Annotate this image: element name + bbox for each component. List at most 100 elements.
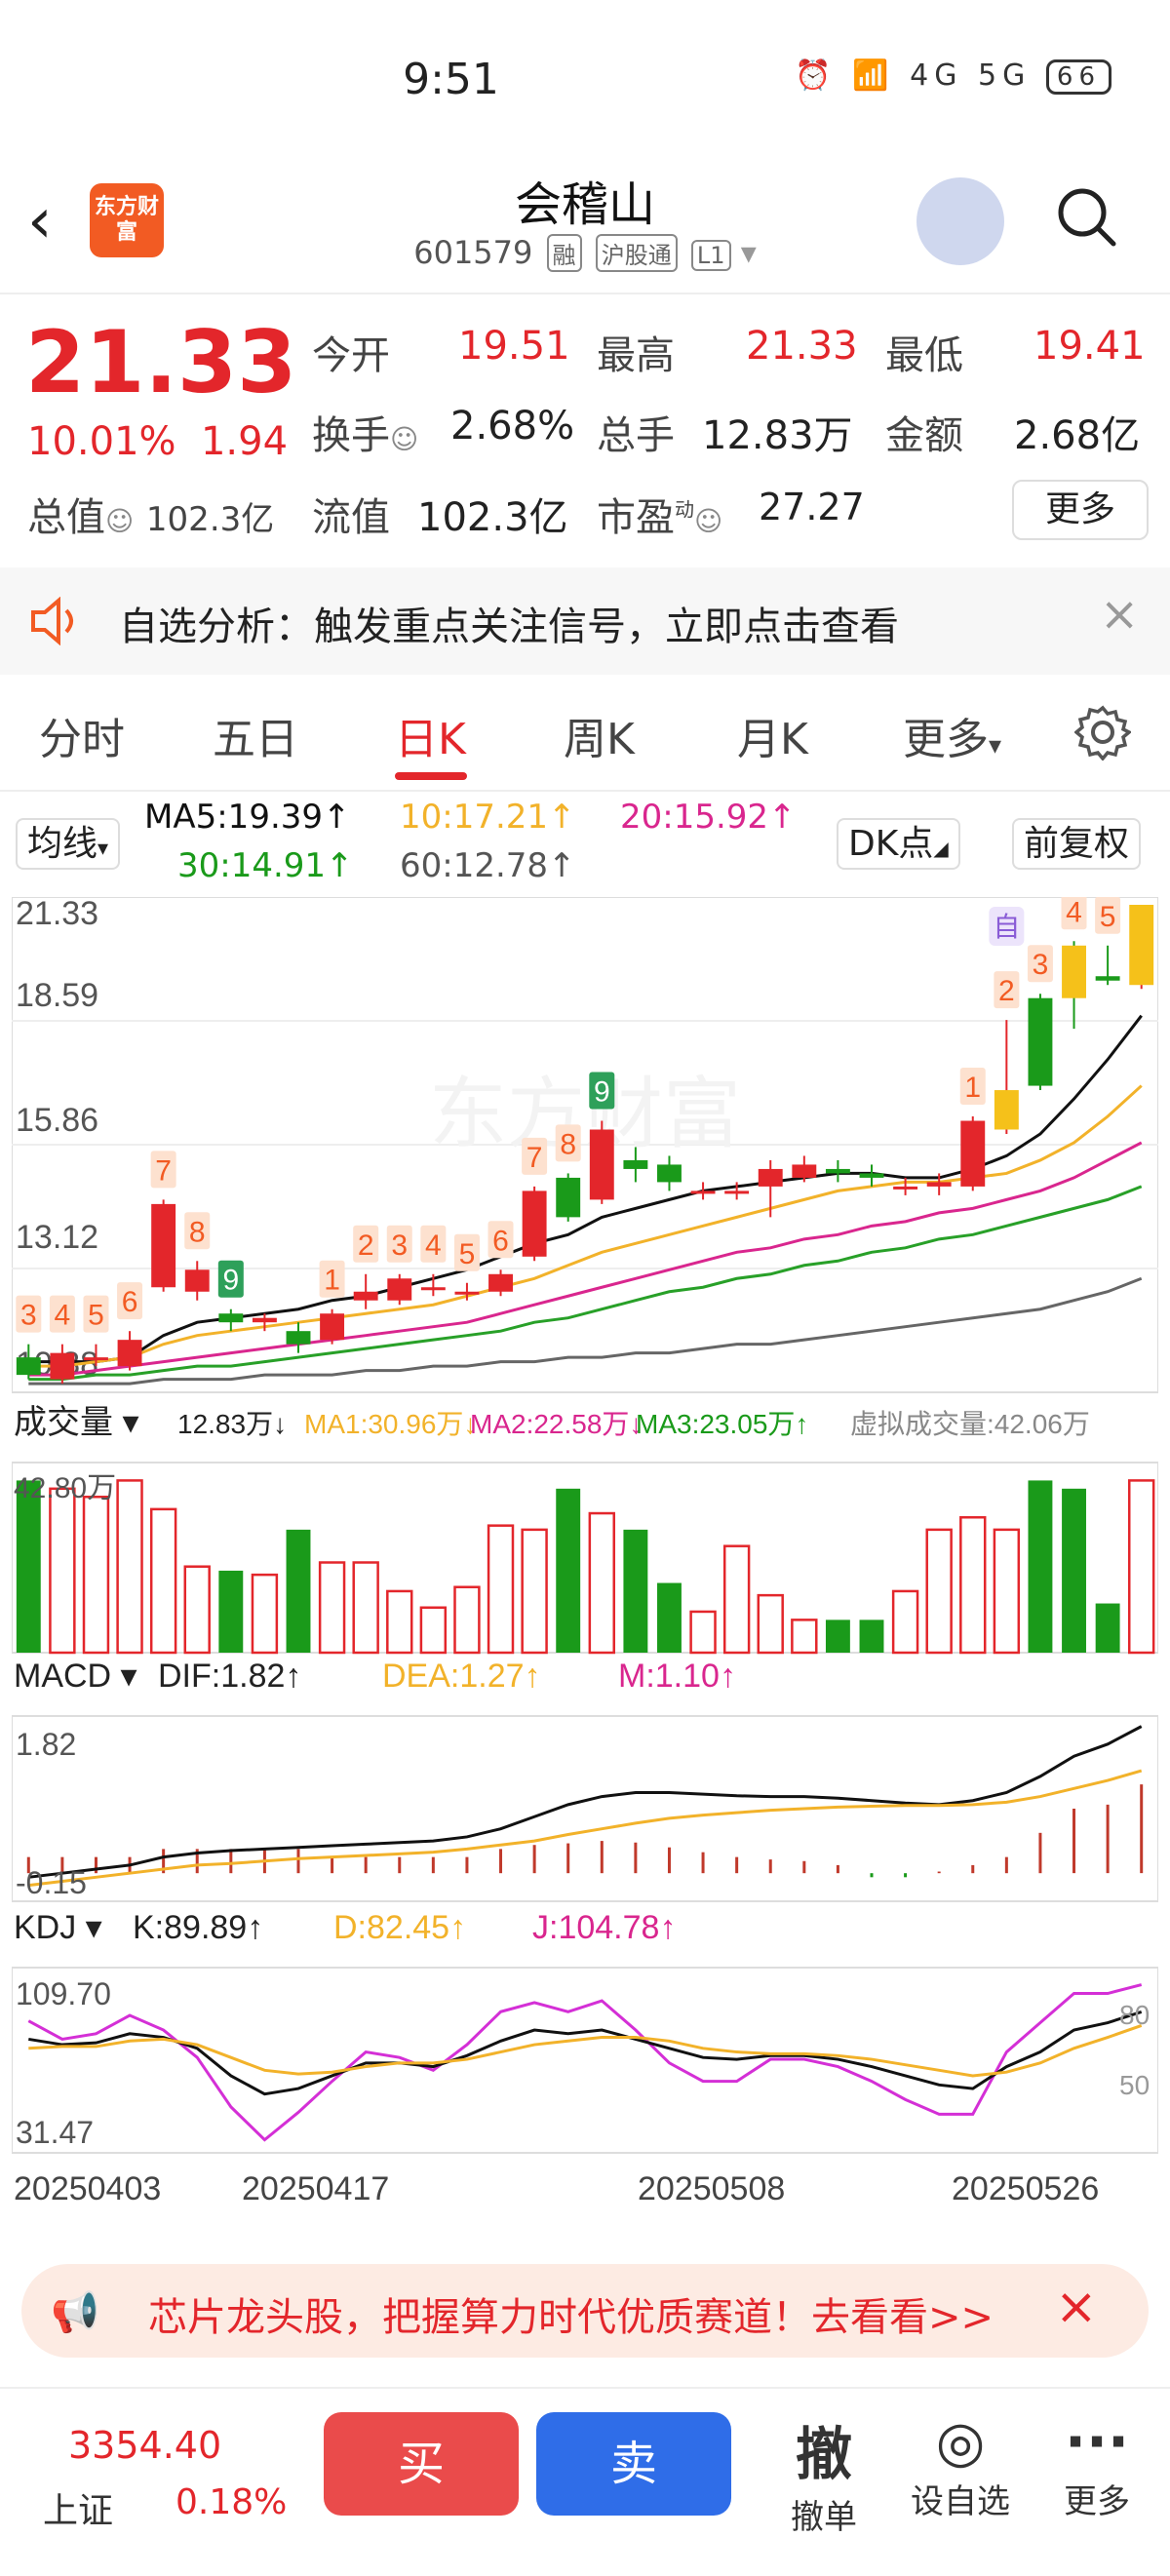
index-name: 上证 xyxy=(43,2491,114,2531)
volume-bar xyxy=(487,1524,515,1655)
volume-bar xyxy=(419,1606,448,1655)
candle-body xyxy=(252,1317,277,1323)
candle-body xyxy=(387,1278,412,1301)
adjust-button[interactable]: 前复权 xyxy=(1012,815,1142,870)
ma5-value: MA5:19.39↑ xyxy=(144,798,351,837)
candle-body xyxy=(657,1164,682,1183)
status-bar: 9:51 ⏰ 📶 4G 5G 66 xyxy=(0,0,1170,166)
pe-value: 27.27 xyxy=(759,486,865,528)
candle-body xyxy=(960,1120,986,1187)
volume-bar xyxy=(1062,1488,1086,1653)
volume-bar xyxy=(891,1589,919,1655)
macd-dea: DEA:1.27↑ xyxy=(382,1658,541,1695)
amount-value: 2.68亿 xyxy=(1014,413,1141,458)
kdj-tick: 31.47 xyxy=(16,2115,94,2150)
kdj-right-tick: 80 xyxy=(1119,2000,1150,2030)
tab-minute[interactable]: 分时 xyxy=(39,704,125,766)
change-pct: 10.01% xyxy=(27,419,176,464)
ma-line-ma60 xyxy=(28,1276,1143,1386)
volume-bar xyxy=(859,1620,884,1653)
tag-level: L1 xyxy=(690,240,731,271)
x-axis-date-label: 20250417 xyxy=(242,2170,389,2207)
index-value[interactable]: 3354.40 xyxy=(68,2424,221,2467)
high-label: 最高 xyxy=(597,333,675,378)
volume-max-tick: 42.80万 xyxy=(14,1472,116,1504)
volume-bar xyxy=(352,1561,379,1655)
cancel-order-button[interactable]: 撤 撤单 xyxy=(770,2408,878,2538)
tab-monthly-k[interactable]: 月K xyxy=(737,704,808,766)
pe-label: 市盈动☺ xyxy=(597,495,723,540)
signal-badge-label: 5 xyxy=(1100,901,1116,933)
candle-body xyxy=(859,1173,884,1178)
macd-tick: -0.15 xyxy=(16,1865,87,1900)
volume-bar xyxy=(251,1573,279,1655)
period-tabs: 分时 五日 日K 周K 月K 更多▾ xyxy=(0,675,1170,792)
more-button[interactable]: ··· 更多 xyxy=(1043,2408,1150,2522)
signal-badge-label: 7 xyxy=(526,1142,543,1174)
kdj-k-line xyxy=(28,2010,1143,2096)
amount-label: 金额 xyxy=(885,413,963,458)
dk-point-button[interactable]: DK点◢ xyxy=(837,815,960,870)
open-value: 19.51 xyxy=(458,324,570,369)
signal-badge-label: 9 xyxy=(594,1076,610,1109)
sell-button[interactable]: 卖 xyxy=(536,2412,731,2516)
signal-badge-label: 7 xyxy=(155,1154,172,1187)
volume-bar xyxy=(588,1511,615,1655)
kline-chart[interactable]: 东方财富21.3318.5915.8613.1210.3834567891234… xyxy=(12,897,1158,2243)
candle-body xyxy=(151,1203,176,1288)
tab-daily-k[interactable]: 日K xyxy=(395,704,466,766)
candle-body xyxy=(184,1269,210,1292)
ma-selector[interactable]: 均线▾ xyxy=(16,815,121,870)
self-marker-label: 自 xyxy=(993,912,1020,942)
volume-bar xyxy=(757,1593,784,1655)
tab-five-day[interactable]: 五日 xyxy=(213,704,298,766)
candle-body xyxy=(454,1291,480,1295)
kdj-dropdown: KDJ ▾ xyxy=(14,1909,102,1946)
candle-body xyxy=(724,1190,750,1194)
stock-header: ‹ 东方财富 会稽山 601579 融 沪股通 L1 ▾ xyxy=(0,166,1170,293)
volume-bar xyxy=(657,1582,682,1653)
volume-bar xyxy=(1128,1479,1155,1655)
candle-body xyxy=(218,1313,244,1323)
close-icon[interactable]: × xyxy=(1100,587,1139,642)
signal-badge-label: 3 xyxy=(391,1229,408,1262)
turnover-label: 换手☺ xyxy=(312,413,419,458)
tab-more[interactable]: 更多▾ xyxy=(903,704,1001,766)
volume-bar xyxy=(791,1619,818,1655)
gear-icon[interactable] xyxy=(1074,704,1131,761)
megaphone-icon: 📢 xyxy=(51,2290,99,2335)
float-value: 102.3亿 xyxy=(417,495,568,540)
signal-badge-label: 1 xyxy=(964,1072,981,1104)
candle-body xyxy=(994,1090,1019,1130)
analysis-notice[interactable]: 自选分析：触发重点关注信号，立即点击查看 × xyxy=(0,567,1170,675)
volume-virtual: 虚拟成交量:42.06万 xyxy=(850,1409,1090,1439)
volume-bar xyxy=(1028,1480,1053,1653)
chevron-down-icon[interactable]: ▾ xyxy=(741,234,757,271)
robot-avatar-icon[interactable] xyxy=(916,177,1004,265)
volume-bar xyxy=(1095,1603,1120,1653)
buy-button[interactable]: 买 xyxy=(324,2412,519,2516)
close-icon[interactable]: × xyxy=(1055,2278,1098,2336)
volume-bar xyxy=(556,1488,581,1653)
price-tick-label: 21.33 xyxy=(16,897,98,932)
low-value: 19.41 xyxy=(1034,324,1146,369)
signal-icons: ⏰ 📶 4G 5G xyxy=(795,59,1032,93)
candle-body xyxy=(758,1168,783,1187)
add-watchlist-button[interactable]: ◎ 设自选 xyxy=(897,2408,1024,2522)
volume-bar xyxy=(16,1480,41,1653)
quote-more-button[interactable]: 更多 xyxy=(1012,480,1149,540)
search-icon[interactable] xyxy=(1055,185,1117,248)
signal-badge-label: 9 xyxy=(222,1265,239,1297)
candle-body xyxy=(1095,976,1120,981)
kdj-k: K:89.89↑ xyxy=(133,1909,263,1946)
promo-banner[interactable]: 📢 芯片龙头股，把握算力时代优质赛道！去看看>> × xyxy=(21,2264,1149,2358)
x-axis-date-label: 20250508 xyxy=(638,2170,785,2207)
ma-line-ma5 xyxy=(28,1014,1143,1364)
ma-dropdown[interactable]: 均线▾ xyxy=(16,818,121,870)
change-row: 10.01% 1.94 xyxy=(27,419,288,464)
volume-bar xyxy=(925,1528,953,1655)
signal-badge-label: 4 xyxy=(1066,897,1082,928)
tab-weekly-k[interactable]: 周K xyxy=(564,704,635,766)
battery-icon: 66 xyxy=(1045,59,1112,95)
volume-ma1: MA1:30.96万↓ xyxy=(304,1409,477,1439)
